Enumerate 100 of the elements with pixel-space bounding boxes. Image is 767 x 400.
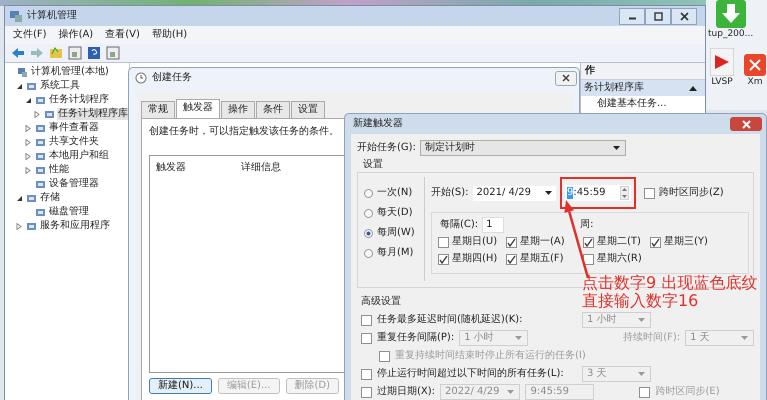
tree-item[interactable]: 性能 (48, 164, 70, 176)
checkbox[interactable] (644, 188, 655, 198)
column-header[interactable]: 详细信息 (241, 162, 281, 174)
checkbox-label[interactable]: 星期二(T) (597, 236, 641, 248)
tree-item[interactable]: 计算机管理(本地) (30, 66, 110, 78)
menu-item[interactable]: 操作(A) (58, 29, 94, 41)
tree-item[interactable]: 本地用户和组 (48, 150, 110, 162)
desktop-icon-label[interactable]: LVSP (711, 76, 733, 88)
pane-header: 作 (581, 63, 705, 80)
annotation-text: 直接输入数字16 (582, 292, 700, 310)
dropdown-arrow-icon (507, 390, 514, 394)
tree-item[interactable]: 存储 (39, 192, 61, 204)
tree-item[interactable]: 服务和应用程序 (39, 220, 111, 232)
checkbox[interactable] (506, 236, 517, 248)
time-field[interactable]: 9:45:59 (564, 185, 631, 201)
desktop-icon-label[interactable]: tup_200... (708, 28, 754, 40)
node-icon (35, 122, 46, 134)
annotation-text: 点击数字9 出现蓝色底纹 (582, 274, 758, 292)
node-icon (44, 108, 55, 120)
panel-icon[interactable] (68, 46, 82, 60)
dropdown-arrow-icon (515, 336, 522, 340)
trigger-dropdown[interactable]: 制定计划时 (420, 140, 626, 156)
checkbox-label[interactable]: 星期五(F) (520, 253, 564, 265)
checkbox[interactable] (583, 236, 594, 248)
node-icon (26, 220, 37, 232)
radio-button[interactable] (364, 208, 373, 218)
tree-item[interactable]: 共享文件夹 (48, 136, 100, 148)
unit-label: 周: (580, 219, 594, 231)
app-icon[interactable] (744, 54, 766, 76)
checkbox-label[interactable]: 星期一(A) (520, 236, 565, 248)
back-icon[interactable] (11, 47, 25, 59)
window-title: 计算机管理 (27, 10, 77, 22)
radio-label[interactable]: 每月(M) (377, 247, 414, 259)
close-button[interactable] (671, 8, 697, 24)
tree-item[interactable]: 磁盘管理 (48, 206, 90, 218)
collapse-arrow-icon[interactable] (689, 85, 697, 91)
panel-icon[interactable] (106, 46, 120, 60)
radio-button[interactable] (364, 188, 373, 198)
radio-button[interactable] (364, 248, 373, 258)
tree-item[interactable]: 设备管理器 (48, 178, 100, 190)
maximize-icon (654, 12, 662, 20)
dropdown-arrow-icon (741, 336, 748, 340)
node-icon (35, 150, 46, 162)
clock-icon (135, 72, 147, 84)
spinner-icon[interactable] (620, 186, 629, 200)
expand-arrow-icon[interactable] (25, 96, 33, 104)
checkbox-label[interactable]: 星期四(H) (452, 253, 498, 265)
menu-item[interactable]: 帮助(H) (152, 29, 188, 41)
tree-item[interactable]: 任务计划程序库 (57, 108, 129, 120)
minimize-button[interactable] (619, 8, 645, 24)
checkbox-label[interactable]: 星期日(U) (452, 236, 498, 248)
dropdown-arrow-icon (544, 191, 552, 195)
tab[interactable]: 常规 (141, 101, 175, 118)
checkbox-label[interactable]: 星期六(R) (597, 253, 642, 265)
checkbox[interactable] (650, 236, 661, 248)
expand-arrow-icon[interactable] (16, 194, 24, 202)
dropdown-arrow-icon (638, 318, 645, 322)
folder-icon[interactable] (49, 46, 63, 60)
node-icon (26, 80, 37, 92)
tree-item[interactable]: 事件查看器 (48, 122, 100, 134)
checkbox[interactable] (506, 254, 517, 264)
radio-label[interactable]: 一次(N) (377, 187, 412, 199)
menu-item[interactable]: 文件(F) (13, 29, 47, 41)
field-label: 持续时间(F): (623, 332, 680, 344)
column-header[interactable]: 触发器 (156, 162, 186, 174)
computer-icon (9, 9, 23, 23)
radio-label[interactable]: 每周(W) (377, 227, 415, 239)
dialog-title: 创建任务 (152, 72, 192, 84)
expand-arrow-icon[interactable] (16, 82, 24, 90)
dropdown-arrow-icon (612, 146, 620, 150)
desktop-icon-label[interactable]: Xm (748, 76, 762, 88)
close-button[interactable] (555, 70, 577, 86)
group-label: 设置 (363, 159, 383, 171)
number-field[interactable]: 1 (482, 217, 504, 233)
action-link[interactable]: 创建基本任务... (581, 96, 705, 110)
tree-item[interactable]: 系统工具 (39, 80, 81, 92)
document-icon[interactable] (710, 48, 734, 76)
radio-button[interactable] (364, 228, 373, 238)
field-label: 开始任务(G): (357, 142, 416, 154)
tree-item[interactable]: 任务计划程序 (48, 94, 110, 106)
dialog-button[interactable]: 新建(N)... (149, 378, 212, 394)
date-field[interactable]: 2021/ 4/29 (472, 186, 556, 200)
radio-label[interactable]: 每天(D) (377, 207, 413, 219)
help-icon[interactable] (87, 46, 101, 60)
tab[interactable]: 触发器 (176, 99, 220, 118)
tab[interactable]: 条件 (256, 101, 290, 118)
node-icon (35, 206, 46, 218)
checkbox-label[interactable]: 跨时区同步(Z) (658, 187, 724, 199)
close-icon (562, 74, 570, 82)
maximize-button[interactable] (645, 8, 671, 24)
tab[interactable]: 设置 (291, 101, 325, 118)
close-button[interactable] (730, 117, 762, 131)
checkbox[interactable] (438, 254, 449, 264)
checkbox-label[interactable]: 星期三(Y) (664, 236, 708, 248)
checkbox[interactable] (438, 236, 449, 248)
computer-icon (17, 66, 28, 78)
menu-item[interactable]: 查看(V) (105, 29, 140, 41)
section-header[interactable]: 务计划程序库 (581, 80, 705, 96)
tab[interactable]: 操作 (221, 101, 255, 118)
minimize-icon (628, 17, 636, 20)
